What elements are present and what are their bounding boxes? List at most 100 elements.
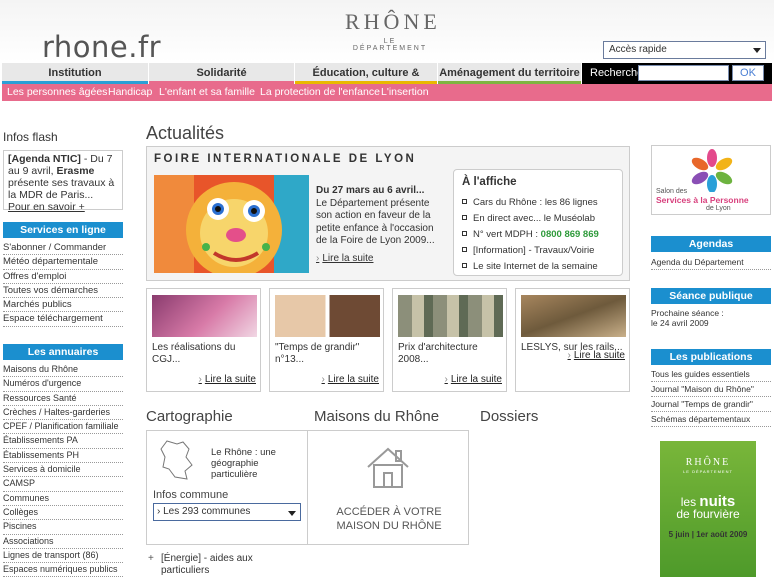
list-item[interactable]: Numéros d'urgence	[3, 377, 123, 392]
list-item[interactable]: CAMSP	[3, 477, 123, 492]
banner-logo-sub: LE DÉPARTEMENT	[683, 469, 733, 474]
search-ok-button[interactable]: OK	[732, 65, 764, 81]
affiche-label: N° vert MDPH :	[473, 229, 541, 240]
news-image	[521, 295, 626, 337]
sub-nav: Les personnes âgées Handicap L'enfant et…	[2, 84, 772, 101]
square-bullet-icon	[462, 247, 467, 252]
maisons-panel[interactable]: ACCÉDER À VOTRE MAISON DU RHÔNE	[307, 430, 469, 545]
tab-maisons-du-rhone[interactable]: Maisons du Rhône	[314, 408, 439, 425]
list-item[interactable]: Agenda du Département	[651, 255, 771, 270]
feature-text: Le Département présente son action en fa…	[316, 197, 435, 247]
news-card[interactable]: Prix d'architecture 2008... › Lire la sui…	[392, 288, 507, 392]
list-item[interactable]: Espace téléchargement	[3, 312, 123, 327]
rhone-map-icon[interactable]	[159, 439, 195, 481]
salon-services-banner[interactable]: Salon des Services à la Personne de Lyon	[651, 145, 771, 215]
subnav-personnes-agees[interactable]: Les personnes âgées	[7, 86, 107, 98]
feature-image[interactable]	[154, 175, 309, 273]
affiche-item[interactable]: Le site Internet de la semaine	[462, 259, 614, 275]
infos-commune-label: Infos commune	[153, 489, 229, 501]
infos-flash-title: Infos flash	[3, 130, 58, 144]
list-item[interactable]: Espaces numériques publics	[3, 563, 123, 578]
read-more-link[interactable]: › Lire la suite	[445, 374, 502, 385]
feature-title[interactable]: FOIRE INTERNATIONALE DE LYON	[154, 153, 416, 165]
publications-header: Les publications	[651, 349, 771, 365]
list-item[interactable]: Offres d'emploi	[3, 270, 123, 284]
tab-institution[interactable]: Institution	[2, 63, 149, 84]
list-item[interactable]: CPEF / Planification familiale	[3, 420, 123, 435]
news-image	[152, 295, 257, 337]
rhone-logo[interactable]: RHÔNE LE DÉPARTEMENT	[345, 9, 441, 53]
tab-label: Aménagement du territoire	[439, 67, 580, 79]
list-item[interactable]: Journal "Maison du Rhône"	[651, 382, 771, 397]
list-item[interactable]: Tous les guides essentiels	[651, 367, 771, 382]
list-item[interactable]: Toutes vos démarches	[3, 284, 123, 299]
list-item[interactable]: Services à domicile	[3, 463, 123, 478]
carto-text[interactable]: Le Rhône : une géographie particulière	[211, 447, 301, 480]
tab-cartographie[interactable]: Cartographie	[146, 408, 233, 425]
square-bullet-icon	[462, 263, 467, 268]
tab-education[interactable]: Éducation, culture & loisirs	[295, 63, 438, 99]
news-card[interactable]: LESLYS, sur les rails... › Lire la suite	[515, 288, 630, 392]
affiche-phone: 0800 869 869	[540, 229, 599, 240]
news-image	[398, 295, 503, 337]
feature-read-more-link[interactable]: › Lire la suite	[316, 253, 373, 264]
list-item[interactable]: Crèches / Haltes-garderies	[3, 406, 123, 421]
subnav-protection-enfance[interactable]: La protection de l'enfance	[260, 86, 380, 98]
list-item[interactable]: Marchés publics	[3, 298, 123, 313]
list-item[interactable]: Journal "Temps de grandir"	[651, 397, 771, 412]
seance-text-1: Prochaine séance :	[651, 308, 724, 318]
news-card[interactable]: Les réalisations du CGJ... › Lire la suit…	[146, 288, 261, 392]
arrow-right-icon: ›	[444, 374, 448, 385]
list-item[interactable]: Associations	[3, 535, 123, 549]
subnav-enfant-famille[interactable]: L'enfant et sa famille	[159, 86, 255, 98]
services-en-ligne-header: Services en ligne	[3, 222, 123, 238]
list-item[interactable]: Lignes de transport (86)	[3, 549, 123, 564]
flash-org: Erasme	[56, 165, 95, 177]
feature-news-box: FOIRE INTERNATIONALE DE LYON Du 27 mars …	[146, 146, 630, 281]
list-item[interactable]: Établissements PA	[3, 434, 123, 449]
salon-line2: Services à la Personne	[656, 195, 749, 205]
lion-illustration-icon	[154, 175, 309, 273]
affiche-item[interactable]: [Information] - Travaux/Voirie	[462, 243, 614, 259]
feature-date: Du 27 mars au 6 avril...	[316, 185, 425, 196]
list-item[interactable]: Schémas départementaux	[651, 412, 771, 427]
list-item[interactable]: Collèges	[3, 506, 123, 521]
nuits-fourviere-banner[interactable]: RHÔNE LE DÉPARTEMENT les nuits de fourvi…	[660, 441, 756, 577]
energie-item[interactable]: + [Énergie] - aides aux particuliers	[148, 553, 268, 577]
flash-text-2: présente ses travaux à la MDR de Paris..…	[8, 177, 115, 201]
feature-summary: Du 27 mars au 6 avril... Le Département …	[316, 185, 446, 248]
quick-access-select[interactable]: Accès rapide	[603, 41, 766, 59]
list-item[interactable]: Communes	[3, 492, 123, 506]
commune-select[interactable]: › Les 293 communes	[153, 503, 301, 521]
tab-dossiers[interactable]: Dossiers	[480, 408, 538, 425]
list-item[interactable]: Piscines	[3, 520, 123, 535]
news-card[interactable]: "Temps de grandir" n°13... › Lire la suit…	[269, 288, 384, 392]
affiche-item[interactable]: En direct avec... le Muséolab	[462, 211, 614, 227]
list-item[interactable]: Météo départementale	[3, 255, 123, 270]
site-name[interactable]: rhone.fr	[42, 30, 161, 64]
affiche-item[interactable]: N° vert MDPH : 0800 869 869	[462, 227, 614, 243]
subnav-handicap[interactable]: Handicap	[108, 86, 152, 98]
tab-amenagement[interactable]: Aménagement du territoire	[438, 63, 582, 84]
list-item[interactable]: Établissements PH	[3, 449, 123, 464]
square-bullet-icon	[462, 199, 467, 204]
read-more-link[interactable]: › Lire la suite	[568, 350, 625, 361]
flower-logo-icon	[691, 149, 733, 192]
logo-title: RHÔNE	[345, 9, 441, 34]
tab-solidarite[interactable]: Solidarité	[149, 63, 295, 84]
list-item[interactable]: Maisons du Rhône	[3, 363, 123, 378]
subnav-insertion[interactable]: L'insertion	[381, 86, 429, 98]
list-item[interactable]: S'abonner / Commander	[3, 241, 123, 256]
flash-more-link[interactable]: Pour en savoir +	[8, 201, 85, 213]
arrow-right-icon: ›	[316, 253, 320, 264]
read-more-link[interactable]: › Lire la suite	[199, 374, 256, 385]
seance-info: Prochaine séance : le 24 avril 2009	[651, 308, 771, 328]
read-more-link[interactable]: › Lire la suite	[322, 374, 379, 385]
tab-label: Institution	[48, 67, 102, 79]
seance-text-2: le 24 avril 2009	[651, 318, 709, 328]
read-more-label: Lire la suite	[204, 374, 256, 385]
list-item[interactable]: Ressources Santé	[3, 392, 123, 406]
search-input[interactable]	[638, 65, 729, 81]
square-bullet-icon	[462, 231, 467, 236]
affiche-item[interactable]: Cars du Rhône : les 86 lignes	[462, 195, 614, 211]
